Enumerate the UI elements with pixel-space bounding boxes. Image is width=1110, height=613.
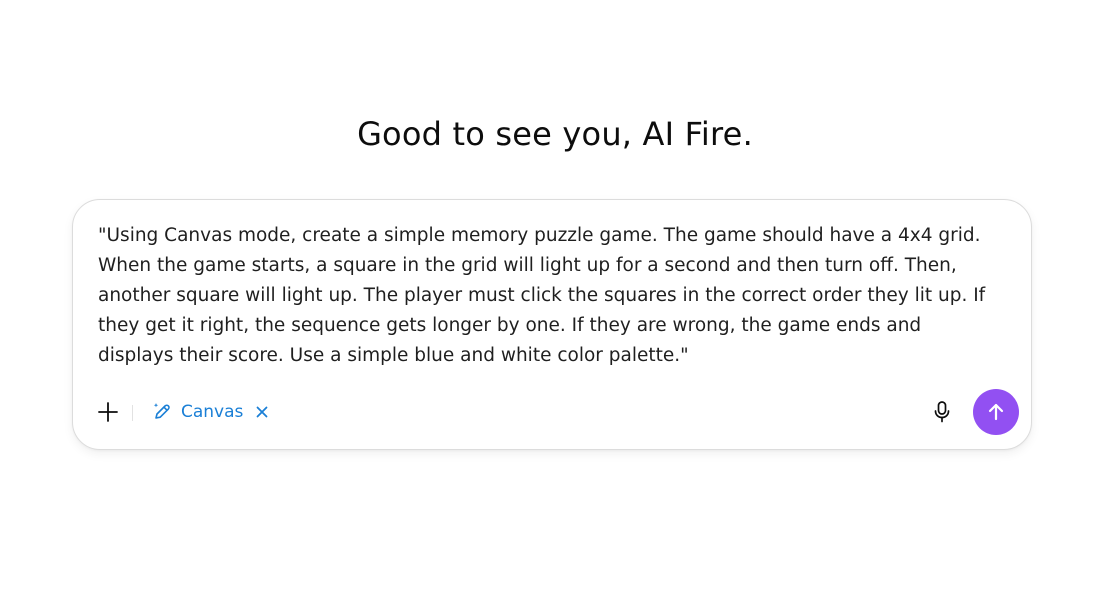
canvas-chip-label: Canvas <box>181 402 244 422</box>
close-icon[interactable] <box>255 405 269 419</box>
composer-toolbar: Canvas <box>73 389 1031 437</box>
microphone-icon <box>934 401 950 423</box>
chat-home: Good to see you, AI Fire. "Using Canvas … <box>0 0 1110 613</box>
pencil-sparkle-icon <box>151 401 173 423</box>
arrow-up-icon <box>988 403 1004 421</box>
add-attachment-button[interactable] <box>93 397 123 427</box>
toolbar-divider <box>132 405 133 421</box>
plus-icon <box>98 402 118 422</box>
canvas-tool-chip[interactable]: Canvas <box>151 397 269 427</box>
prompt-input[interactable]: "Using Canvas mode, create a simple memo… <box>98 221 998 371</box>
prompt-composer[interactable]: "Using Canvas mode, create a simple memo… <box>72 199 1032 450</box>
greeting-heading: Good to see you, AI Fire. <box>357 115 753 153</box>
send-button[interactable] <box>973 389 1019 435</box>
voice-input-button[interactable] <box>927 397 957 427</box>
